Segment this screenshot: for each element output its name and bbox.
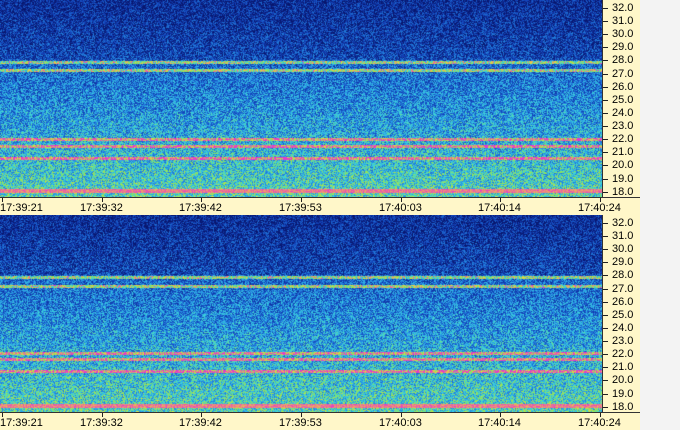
y-tick-label: 19.0 xyxy=(612,173,634,185)
y-tick-label: 25.0 xyxy=(612,94,634,106)
y-tick xyxy=(603,302,608,303)
y-tick xyxy=(603,341,608,342)
x-tick-label: 17:40:24 xyxy=(578,417,621,429)
y-tick xyxy=(603,380,608,381)
y-tick xyxy=(603,407,608,408)
y-tick-label: 31.0 xyxy=(612,15,634,27)
y-tick xyxy=(603,126,608,127)
spectrogram-panel-top: 32.0 31.0 30.0 29.0 28.0 27.0 26.0 25.0 24.0 23.0… xyxy=(0,0,680,215)
y-tick xyxy=(603,328,608,329)
y-tick xyxy=(603,249,608,250)
y-tick xyxy=(603,394,608,395)
y-tick xyxy=(603,139,608,140)
x-tick-label: 17:39:42 xyxy=(179,417,222,429)
y-tick xyxy=(603,21,608,22)
spectrogram-bottom[interactable] xyxy=(0,215,602,412)
time-axis-bottom: 17:39:21 17:39:32 17:39:42 17:39:53 17:40:03… xyxy=(0,412,640,430)
y-tick xyxy=(603,87,608,88)
y-tick-label: 21.0 xyxy=(612,146,634,158)
y-tick-label: 28.0 xyxy=(612,269,634,281)
y-tick-label: 20.0 xyxy=(612,374,634,386)
y-tick xyxy=(603,192,608,193)
frequency-axis-top: 32.0 31.0 30.0 29.0 28.0 27.0 26.0 25.0 24.0 23.0… xyxy=(602,0,640,198)
y-tick-label: 23.0 xyxy=(612,120,634,132)
y-tick-label: 26.0 xyxy=(612,296,634,308)
x-tick-label: 17:39:32 xyxy=(80,202,123,214)
y-tick-label: 27.0 xyxy=(612,68,634,80)
y-tick-label: 31.0 xyxy=(612,230,634,242)
x-tick-label: 17:39:21 xyxy=(0,417,43,429)
y-tick-label: 21.0 xyxy=(612,361,634,373)
x-tick-label: 17:40:03 xyxy=(379,202,422,214)
y-tick-label: 30.0 xyxy=(612,28,634,40)
x-tick-label: 17:40:14 xyxy=(478,417,521,429)
y-tick-label: 29.0 xyxy=(612,41,634,53)
frequency-axis-bottom: 32.0 31.0 30.0 29.0 28.0 27.0 26.0 25.0 24.0 23.0… xyxy=(602,215,640,413)
y-tick xyxy=(603,262,608,263)
y-tick xyxy=(603,113,608,114)
right-margin xyxy=(640,0,680,215)
y-tick-label: 23.0 xyxy=(612,335,634,347)
y-tick-label: 24.0 xyxy=(612,322,634,334)
y-tick-label: 29.0 xyxy=(612,256,634,268)
y-tick xyxy=(603,60,608,61)
y-tick-label: 28.0 xyxy=(612,54,634,66)
y-tick xyxy=(603,236,608,237)
x-tick-label: 17:39:21 xyxy=(0,202,43,214)
y-tick-label: 32.0 xyxy=(612,217,634,229)
y-tick xyxy=(603,47,608,48)
x-tick-label: 17:40:14 xyxy=(478,202,521,214)
y-tick-label: 19.0 xyxy=(612,388,634,400)
x-tick-label: 17:40:24 xyxy=(578,202,621,214)
x-tick-label: 17:39:53 xyxy=(279,417,322,429)
y-tick xyxy=(603,100,608,101)
x-tick-label: 17:40:03 xyxy=(379,417,422,429)
y-tick-label: 32.0 xyxy=(612,2,634,14)
y-tick xyxy=(603,34,608,35)
y-tick xyxy=(603,152,608,153)
y-tick xyxy=(603,354,608,355)
y-tick-label: 26.0 xyxy=(612,81,634,93)
y-tick-label: 25.0 xyxy=(612,309,634,321)
x-tick-label: 17:39:42 xyxy=(179,202,222,214)
y-tick-label: 27.0 xyxy=(612,283,634,295)
right-margin xyxy=(640,215,680,430)
y-tick xyxy=(603,223,608,224)
y-tick xyxy=(603,165,608,166)
y-tick-label: 24.0 xyxy=(612,107,634,119)
y-tick xyxy=(603,74,608,75)
y-tick xyxy=(603,179,608,180)
y-tick xyxy=(603,315,608,316)
y-tick xyxy=(603,367,608,368)
spectrogram-panel-bottom: 32.0 31.0 30.0 29.0 28.0 27.0 26.0 25.0 24.0 23.0… xyxy=(0,215,680,430)
time-axis-top: 17:39:21 17:39:32 17:39:42 17:39:53 17:40:03… xyxy=(0,197,640,215)
y-tick xyxy=(603,275,608,276)
x-tick-label: 17:39:53 xyxy=(279,202,322,214)
x-tick-label: 17:39:32 xyxy=(80,417,123,429)
y-tick-label: 22.0 xyxy=(612,348,634,360)
y-tick-label: 22.0 xyxy=(612,133,634,145)
y-tick-label: 30.0 xyxy=(612,243,634,255)
spectrogram-top[interactable] xyxy=(0,0,602,197)
y-tick-label: 20.0 xyxy=(612,159,634,171)
y-tick xyxy=(603,289,608,290)
y-tick xyxy=(603,8,608,9)
